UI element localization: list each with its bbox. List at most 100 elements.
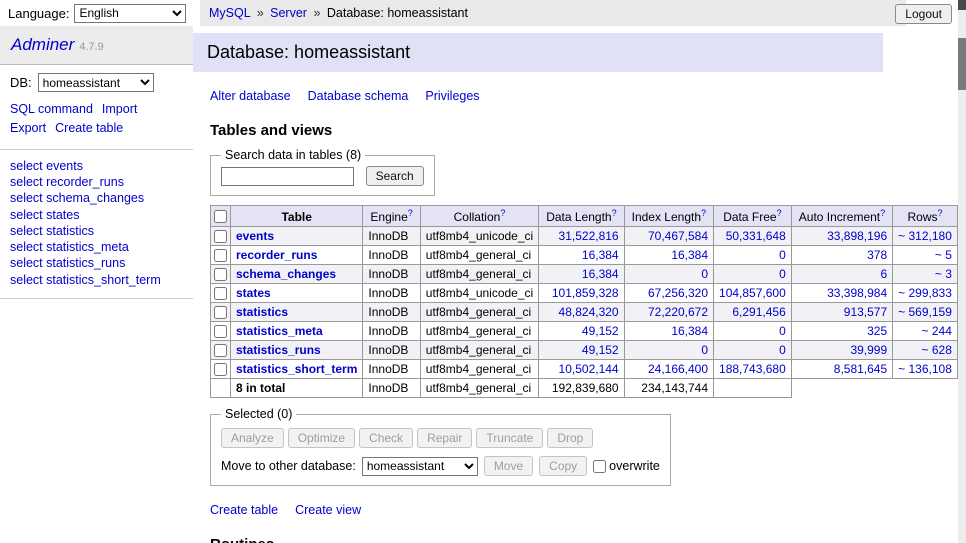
scrollbar-thumb[interactable] <box>958 38 966 90</box>
auto-increment-link[interactable]: 378 <box>867 248 887 262</box>
create-link[interactable]: Create view <box>295 503 361 517</box>
scroll-up-arrow[interactable] <box>958 0 966 10</box>
table-name-link[interactable]: statistics_meta <box>236 324 323 338</box>
data-length-link[interactable]: 48,824,320 <box>559 305 619 319</box>
table-name-link[interactable]: statistics_short_term <box>236 362 357 376</box>
export-link[interactable]: Export <box>10 121 46 135</box>
auto-increment-link[interactable]: 6 <box>880 267 887 281</box>
move-button[interactable]: Move <box>484 456 533 476</box>
data-length-link[interactable]: 49,152 <box>582 324 619 338</box>
rows-count-link[interactable]: ~ 628 <box>922 343 952 357</box>
table-name-link[interactable]: schema_changes <box>236 267 336 281</box>
copy-button[interactable]: Copy <box>539 456 587 476</box>
data-free-link[interactable]: 0 <box>779 267 786 281</box>
data-free-link[interactable]: 50,331,648 <box>726 229 786 243</box>
db-nav-link[interactable]: Privileges <box>425 89 479 103</box>
sidebar-table-link[interactable]: select statistics <box>10 223 183 239</box>
index-length-link[interactable]: 70,467,584 <box>648 229 708 243</box>
rows-count-link[interactable]: ~ 5 <box>935 248 952 262</box>
help-link[interactable]: ? <box>880 208 885 218</box>
index-length-link[interactable]: 24,166,400 <box>648 362 708 376</box>
bulk-action-button[interactable]: Repair <box>417 428 472 448</box>
language-select[interactable]: English <box>74 4 186 23</box>
create-table-link[interactable]: Create table <box>55 121 123 135</box>
db-select[interactable]: homeassistant <box>38 73 154 92</box>
data-length-link[interactable]: 31,522,816 <box>559 229 619 243</box>
data-free-link[interactable]: 188,743,680 <box>719 362 786 376</box>
data-length-link[interactable]: 49,152 <box>582 343 619 357</box>
index-length-link[interactable]: 16,384 <box>671 324 708 338</box>
index-length-link[interactable]: 72,220,672 <box>648 305 708 319</box>
bulk-action-button[interactable]: Drop <box>547 428 593 448</box>
search-button[interactable]: Search <box>366 166 424 186</box>
overwrite-checkbox[interactable] <box>593 460 606 473</box>
row-select-checkbox[interactable] <box>214 306 227 319</box>
search-input[interactable] <box>221 167 354 186</box>
sidebar-table-link[interactable]: select events <box>10 158 183 174</box>
auto-increment-link[interactable]: 39,999 <box>850 343 887 357</box>
import-link[interactable]: Import <box>102 102 137 116</box>
index-length-link[interactable]: 67,256,320 <box>648 286 708 300</box>
data-free-link[interactable]: 6,291,456 <box>732 305 785 319</box>
auto-increment-link[interactable]: 325 <box>867 324 887 338</box>
sql-command-link[interactable]: SQL command <box>10 102 93 116</box>
bulk-action-button[interactable]: Check <box>359 428 413 448</box>
help-link[interactable]: ? <box>500 208 505 218</box>
help-link[interactable]: ? <box>612 208 617 218</box>
row-select-checkbox[interactable] <box>214 325 227 338</box>
sidebar-table-link[interactable]: select recorder_runs <box>10 174 183 190</box>
db-nav-link[interactable]: Alter database <box>210 89 291 103</box>
sidebar-table-link[interactable]: select states <box>10 207 183 223</box>
row-select-checkbox[interactable] <box>214 230 227 243</box>
data-length-link[interactable]: 16,384 <box>582 267 619 281</box>
row-select-checkbox[interactable] <box>214 287 227 300</box>
index-length-link[interactable]: 0 <box>701 267 708 281</box>
row-select-checkbox[interactable] <box>214 249 227 262</box>
help-link[interactable]: ? <box>777 208 782 218</box>
bulk-action-button[interactable]: Optimize <box>288 428 355 448</box>
index-length-link[interactable]: 0 <box>701 343 708 357</box>
bulk-action-button[interactable]: Analyze <box>221 428 284 448</box>
help-link[interactable]: ? <box>701 208 706 218</box>
rows-count-link[interactable]: ~ 569,159 <box>898 305 952 319</box>
data-free-link[interactable]: 0 <box>779 343 786 357</box>
sidebar-table-link[interactable]: select statistics_meta <box>10 239 183 255</box>
data-length-link[interactable]: 16,384 <box>582 248 619 262</box>
data-free-link[interactable]: 0 <box>779 324 786 338</box>
data-free-link[interactable]: 0 <box>779 248 786 262</box>
data-length-link[interactable]: 101,859,328 <box>552 286 619 300</box>
row-select-checkbox[interactable] <box>214 268 227 281</box>
rows-count-link[interactable]: ~ 3 <box>935 267 952 281</box>
row-select-checkbox[interactable] <box>214 363 227 376</box>
breadcrumb-link-server[interactable]: Server <box>270 6 307 20</box>
table-name-link[interactable]: events <box>236 229 274 243</box>
create-link[interactable]: Create table <box>210 503 278 517</box>
rows-count-link[interactable]: ~ 136,108 <box>898 362 952 376</box>
db-nav-link[interactable]: Database schema <box>308 89 409 103</box>
table-name-link[interactable]: statistics_runs <box>236 343 321 357</box>
auto-increment-link[interactable]: 33,398,984 <box>827 286 887 300</box>
data-free-link[interactable]: 104,857,600 <box>719 286 786 300</box>
table-name-link[interactable]: states <box>236 286 271 300</box>
help-link[interactable]: ? <box>938 208 943 218</box>
app-title-link[interactable]: Adminer <box>11 35 74 54</box>
row-select-checkbox[interactable] <box>214 344 227 357</box>
scrollbar[interactable] <box>958 0 966 543</box>
help-link[interactable]: ? <box>408 208 413 218</box>
select-all-checkbox[interactable] <box>214 210 227 223</box>
rows-count-link[interactable]: ~ 312,180 <box>898 229 952 243</box>
sidebar-table-link[interactable]: select schema_changes <box>10 190 183 206</box>
rows-count-link[interactable]: ~ 299,833 <box>898 286 952 300</box>
sidebar-table-link[interactable]: select statistics_runs <box>10 255 183 271</box>
table-name-link[interactable]: statistics <box>236 305 288 319</box>
logout-button[interactable]: Logout <box>895 4 952 24</box>
auto-increment-link[interactable]: 33,898,196 <box>827 229 887 243</box>
move-db-select[interactable]: homeassistant <box>362 457 478 476</box>
index-length-link[interactable]: 16,384 <box>671 248 708 262</box>
bulk-action-button[interactable]: Truncate <box>476 428 543 448</box>
table-name-link[interactable]: recorder_runs <box>236 248 317 262</box>
auto-increment-link[interactable]: 8,581,645 <box>834 362 887 376</box>
sidebar-table-link[interactable]: select statistics_short_term <box>10 272 183 288</box>
auto-increment-link[interactable]: 913,577 <box>844 305 887 319</box>
data-length-link[interactable]: 10,502,144 <box>559 362 619 376</box>
